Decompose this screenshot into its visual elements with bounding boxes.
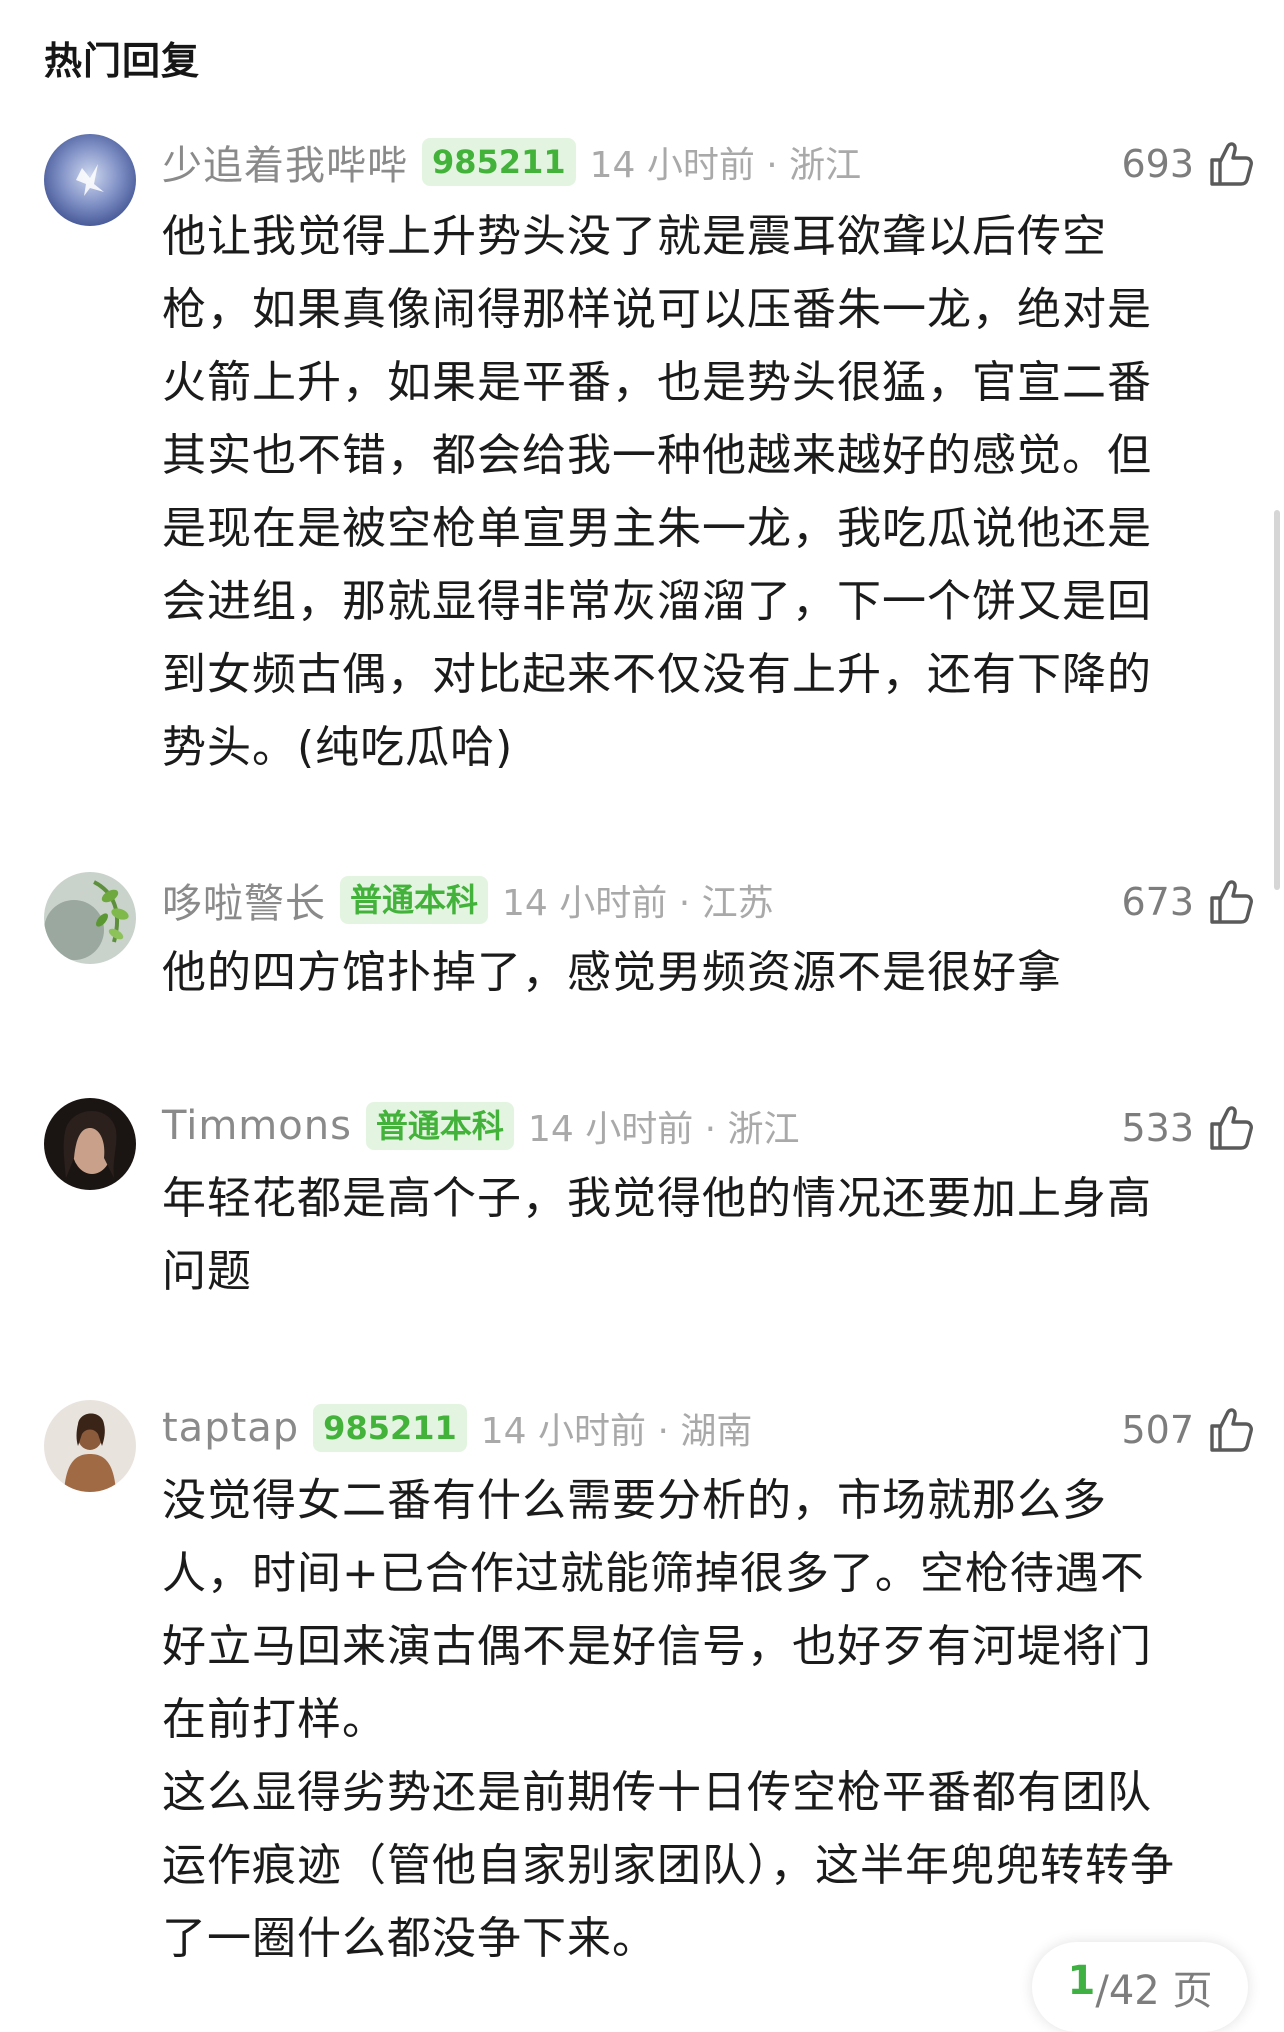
avatar[interactable]: [44, 872, 136, 964]
like-count: 673: [1121, 880, 1194, 924]
like-count: 693: [1121, 142, 1194, 186]
user-badge: 985211: [313, 1404, 467, 1452]
like-button[interactable]: 693: [1121, 138, 1254, 190]
like-count: 507: [1121, 1408, 1194, 1452]
avatar-woman-photo-icon: [44, 1400, 136, 1492]
comment-text: 他让我觉得上升势头没了就是震耳欲聋以后传空 枪，如果真像闹得那样说可以压番朱一龙…: [162, 211, 1152, 773]
avatar[interactable]: [44, 1098, 136, 1190]
thumbs-up-icon[interactable]: [1208, 1406, 1254, 1454]
username[interactable]: Timmons: [162, 1103, 352, 1149]
username[interactable]: 哆啦警长: [162, 871, 326, 929]
time-location: 14 小时前 · 湖南: [480, 1411, 753, 1452]
total-pages: /42 页: [1095, 1968, 1213, 2014]
user-badge: 普通本科: [365, 1102, 514, 1150]
comment-text: 没觉得女二番有什么需要分析的，市场就那么多 人，时间+已合作过就能筛掉很多了。空…: [162, 1475, 1175, 1964]
avatar-dark-portrait-icon: [44, 1098, 136, 1190]
like-button[interactable]: 507: [1121, 1404, 1254, 1456]
comment-text: 他的四方馆扑掉了，感觉男频资源不是很好拿: [162, 947, 1062, 998]
thumbs-up-icon[interactable]: [1208, 1104, 1254, 1152]
scrollbar[interactable]: [1274, 510, 1280, 890]
current-page: 1: [1067, 1958, 1096, 2004]
like-count: 533: [1121, 1106, 1194, 1150]
time-location: 14 小时前 · 浙江: [527, 1109, 800, 1150]
thumbs-up-icon[interactable]: [1208, 878, 1254, 926]
time-location: 14 小时前 · 浙江: [589, 145, 862, 186]
avatar[interactable]: [44, 134, 136, 226]
avatar-green-leaves-icon: [44, 872, 136, 964]
user-badge: 普通本科: [340, 876, 489, 924]
thumbs-up-icon[interactable]: [1208, 140, 1254, 188]
username[interactable]: taptap: [162, 1405, 299, 1451]
user-badge: 985211: [422, 138, 576, 186]
section-title: 热门回复: [44, 39, 201, 83]
avatar-blue-butterfly-icon: [44, 134, 136, 226]
comment-text: 年轻花都是高个子，我觉得他的情况还要加上身高 问题: [162, 1173, 1152, 1297]
avatar[interactable]: [44, 1400, 136, 1492]
page-indicator[interactable]: 1/42 页: [1032, 1942, 1248, 2032]
time-location: 14 小时前 · 江苏: [502, 883, 774, 924]
like-button[interactable]: 673: [1121, 876, 1254, 928]
like-button[interactable]: 533: [1121, 1102, 1254, 1154]
username[interactable]: 少追着我哔哔: [162, 133, 408, 191]
